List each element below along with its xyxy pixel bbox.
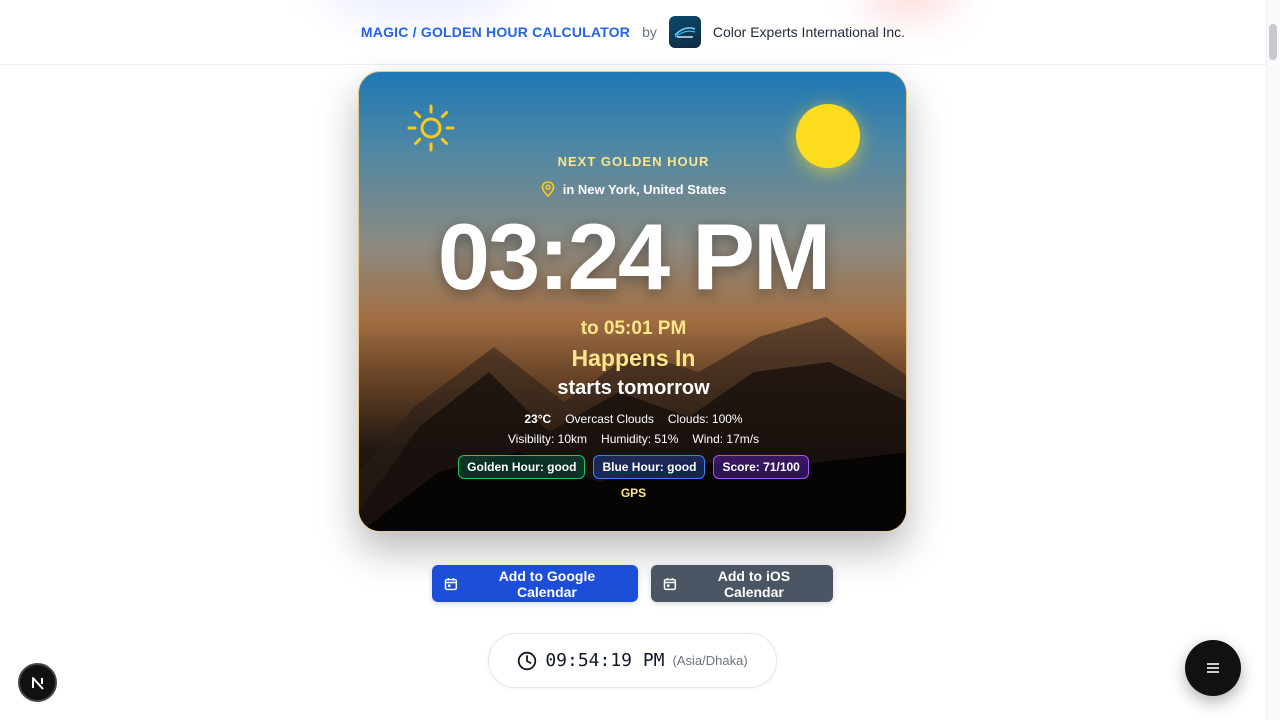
- visibility: Visibility: 10km: [507, 432, 588, 446]
- next-golden-hour-label: NEXT GOLDEN HOUR: [557, 154, 710, 169]
- nextjs-logo-icon: [31, 676, 44, 690]
- google-calendar-label: Add to Google Calendar: [498, 567, 596, 600]
- golden-hour-start-time: 03:24 PM: [437, 204, 832, 309]
- company-logo[interactable]: [668, 16, 701, 48]
- weather-row-2: Visibility: 10km Humidity: 51% Wind: 17m…: [359, 432, 906, 446]
- top-header: MAGIC / GOLDEN HOUR CALCULATOR by Color …: [0, 0, 1266, 65]
- temperature: 23°C: [524, 412, 552, 426]
- location-text: in New York, United States: [562, 181, 727, 197]
- company-name[interactable]: Color Experts International Inc.: [713, 24, 905, 40]
- location-row: in New York, United States: [359, 181, 906, 197]
- golden-hour-card: NEXT GOLDEN HOUR in New York, United Sta…: [358, 71, 907, 532]
- cloud-cover: Clouds: 100%: [667, 412, 743, 426]
- local-clock: 09:54:19 PM (Asia/Dhaka): [488, 633, 777, 688]
- happens-in-label: Happens In: [571, 345, 696, 371]
- nextjs-dev-badge[interactable]: [18, 663, 57, 702]
- countdown-text: starts tomorrow: [557, 377, 710, 399]
- add-to-ios-calendar-button[interactable]: Add to iOS Calendar: [651, 565, 833, 602]
- blue-hour-badge: Blue Hour: good: [593, 455, 706, 479]
- page-scrollbar[interactable]: [1266, 0, 1280, 720]
- app-title-link[interactable]: MAGIC / GOLDEN HOUR CALCULATOR: [361, 24, 630, 40]
- sun-icon: [407, 104, 455, 152]
- weather-condition: Overcast Clouds: [565, 412, 654, 426]
- map-pin-icon: [541, 181, 555, 197]
- by-label: by: [642, 24, 657, 40]
- ios-calendar-label: Add to iOS Calendar: [717, 567, 791, 600]
- clock-timezone: (Asia/Dhaka): [672, 653, 748, 668]
- scrollbar-thumb[interactable]: [1269, 24, 1277, 60]
- clock-time: 09:54:19 PM: [545, 650, 665, 671]
- golden-hour-badge: Golden Hour: good: [458, 455, 586, 479]
- score-badge: Score: 71/100: [713, 455, 809, 479]
- menu-icon: [1207, 663, 1219, 673]
- wind: Wind: 17m/s: [692, 432, 760, 446]
- location-source-label: GPS: [620, 486, 647, 500]
- clock-icon: [518, 651, 537, 670]
- menu-button[interactable]: [1185, 640, 1241, 696]
- golden-hour-end-time: to 05:01 PM: [580, 318, 687, 339]
- calendar-icon: [444, 577, 458, 590]
- add-to-google-calendar-button[interactable]: Add to Google Calendar: [432, 565, 638, 602]
- weather-row-1: 23°C Overcast Clouds Clouds: 100%: [359, 412, 906, 426]
- humidity: Humidity: 51%: [601, 432, 679, 446]
- quality-badges: Golden Hour: good Blue Hour: good Score:…: [359, 455, 906, 479]
- company-logo-mark: [674, 27, 696, 38]
- calendar-icon: [663, 577, 677, 590]
